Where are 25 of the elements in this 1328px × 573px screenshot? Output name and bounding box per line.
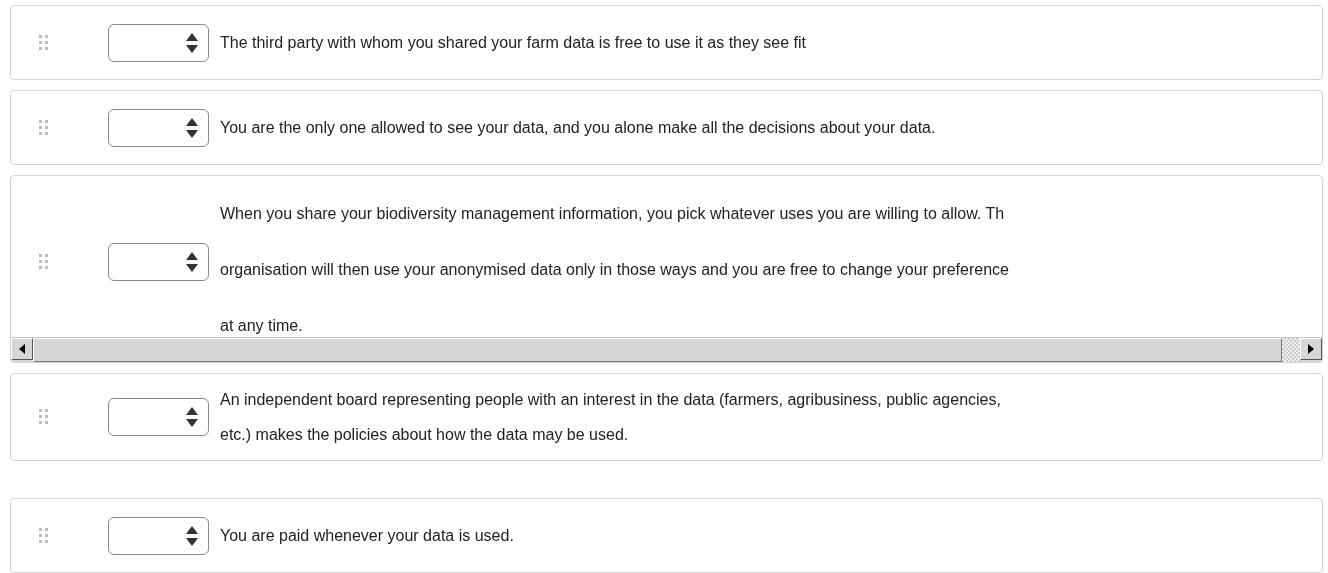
up-down-arrows-icon xyxy=(185,116,199,139)
statement-text: You are the only one allowed to see your data, and you alone make all the decisions about your data. xyxy=(220,118,937,138)
statement-text: etc.) makes the policies about how the data may be used. xyxy=(220,425,630,445)
up-down-arrows-icon xyxy=(185,31,199,54)
statement-text: The third party with whom you shared your farm data is free to use it as they see fit xyxy=(220,33,808,53)
scroll-right-button[interactable] xyxy=(1300,338,1322,360)
scrollbar-track[interactable] xyxy=(1282,338,1300,362)
rank-select[interactable] xyxy=(108,398,209,436)
statement-text: An independent board representing people with an interest in the data (farmers, agribusiness, public agencies, xyxy=(220,390,1002,410)
rank-select[interactable] xyxy=(108,242,209,281)
up-down-arrows-icon xyxy=(185,250,199,273)
rank-select[interactable] xyxy=(108,108,209,147)
drag-handle-icon[interactable] xyxy=(38,118,50,137)
drag-handle-icon[interactable] xyxy=(38,252,50,271)
drag-handle-icon[interactable] xyxy=(38,408,50,426)
statement-text: at any time. xyxy=(220,316,304,336)
statement-text: When you share your biodiversity management information, you pick whatever uses you are willing to allow. Th xyxy=(220,204,1006,224)
rank-select[interactable] xyxy=(108,23,209,62)
statement-text: You are paid whenever your data is used. xyxy=(220,526,515,546)
right-arrow-icon xyxy=(1307,344,1315,354)
statement-text: organisation will then use your anonymised data only in those ways and you are free to change your preference xyxy=(220,260,1010,280)
drag-handle-icon[interactable] xyxy=(38,33,50,52)
scroll-left-button[interactable] xyxy=(11,338,33,360)
left-arrow-icon xyxy=(18,344,26,354)
up-down-arrows-icon xyxy=(185,406,199,428)
